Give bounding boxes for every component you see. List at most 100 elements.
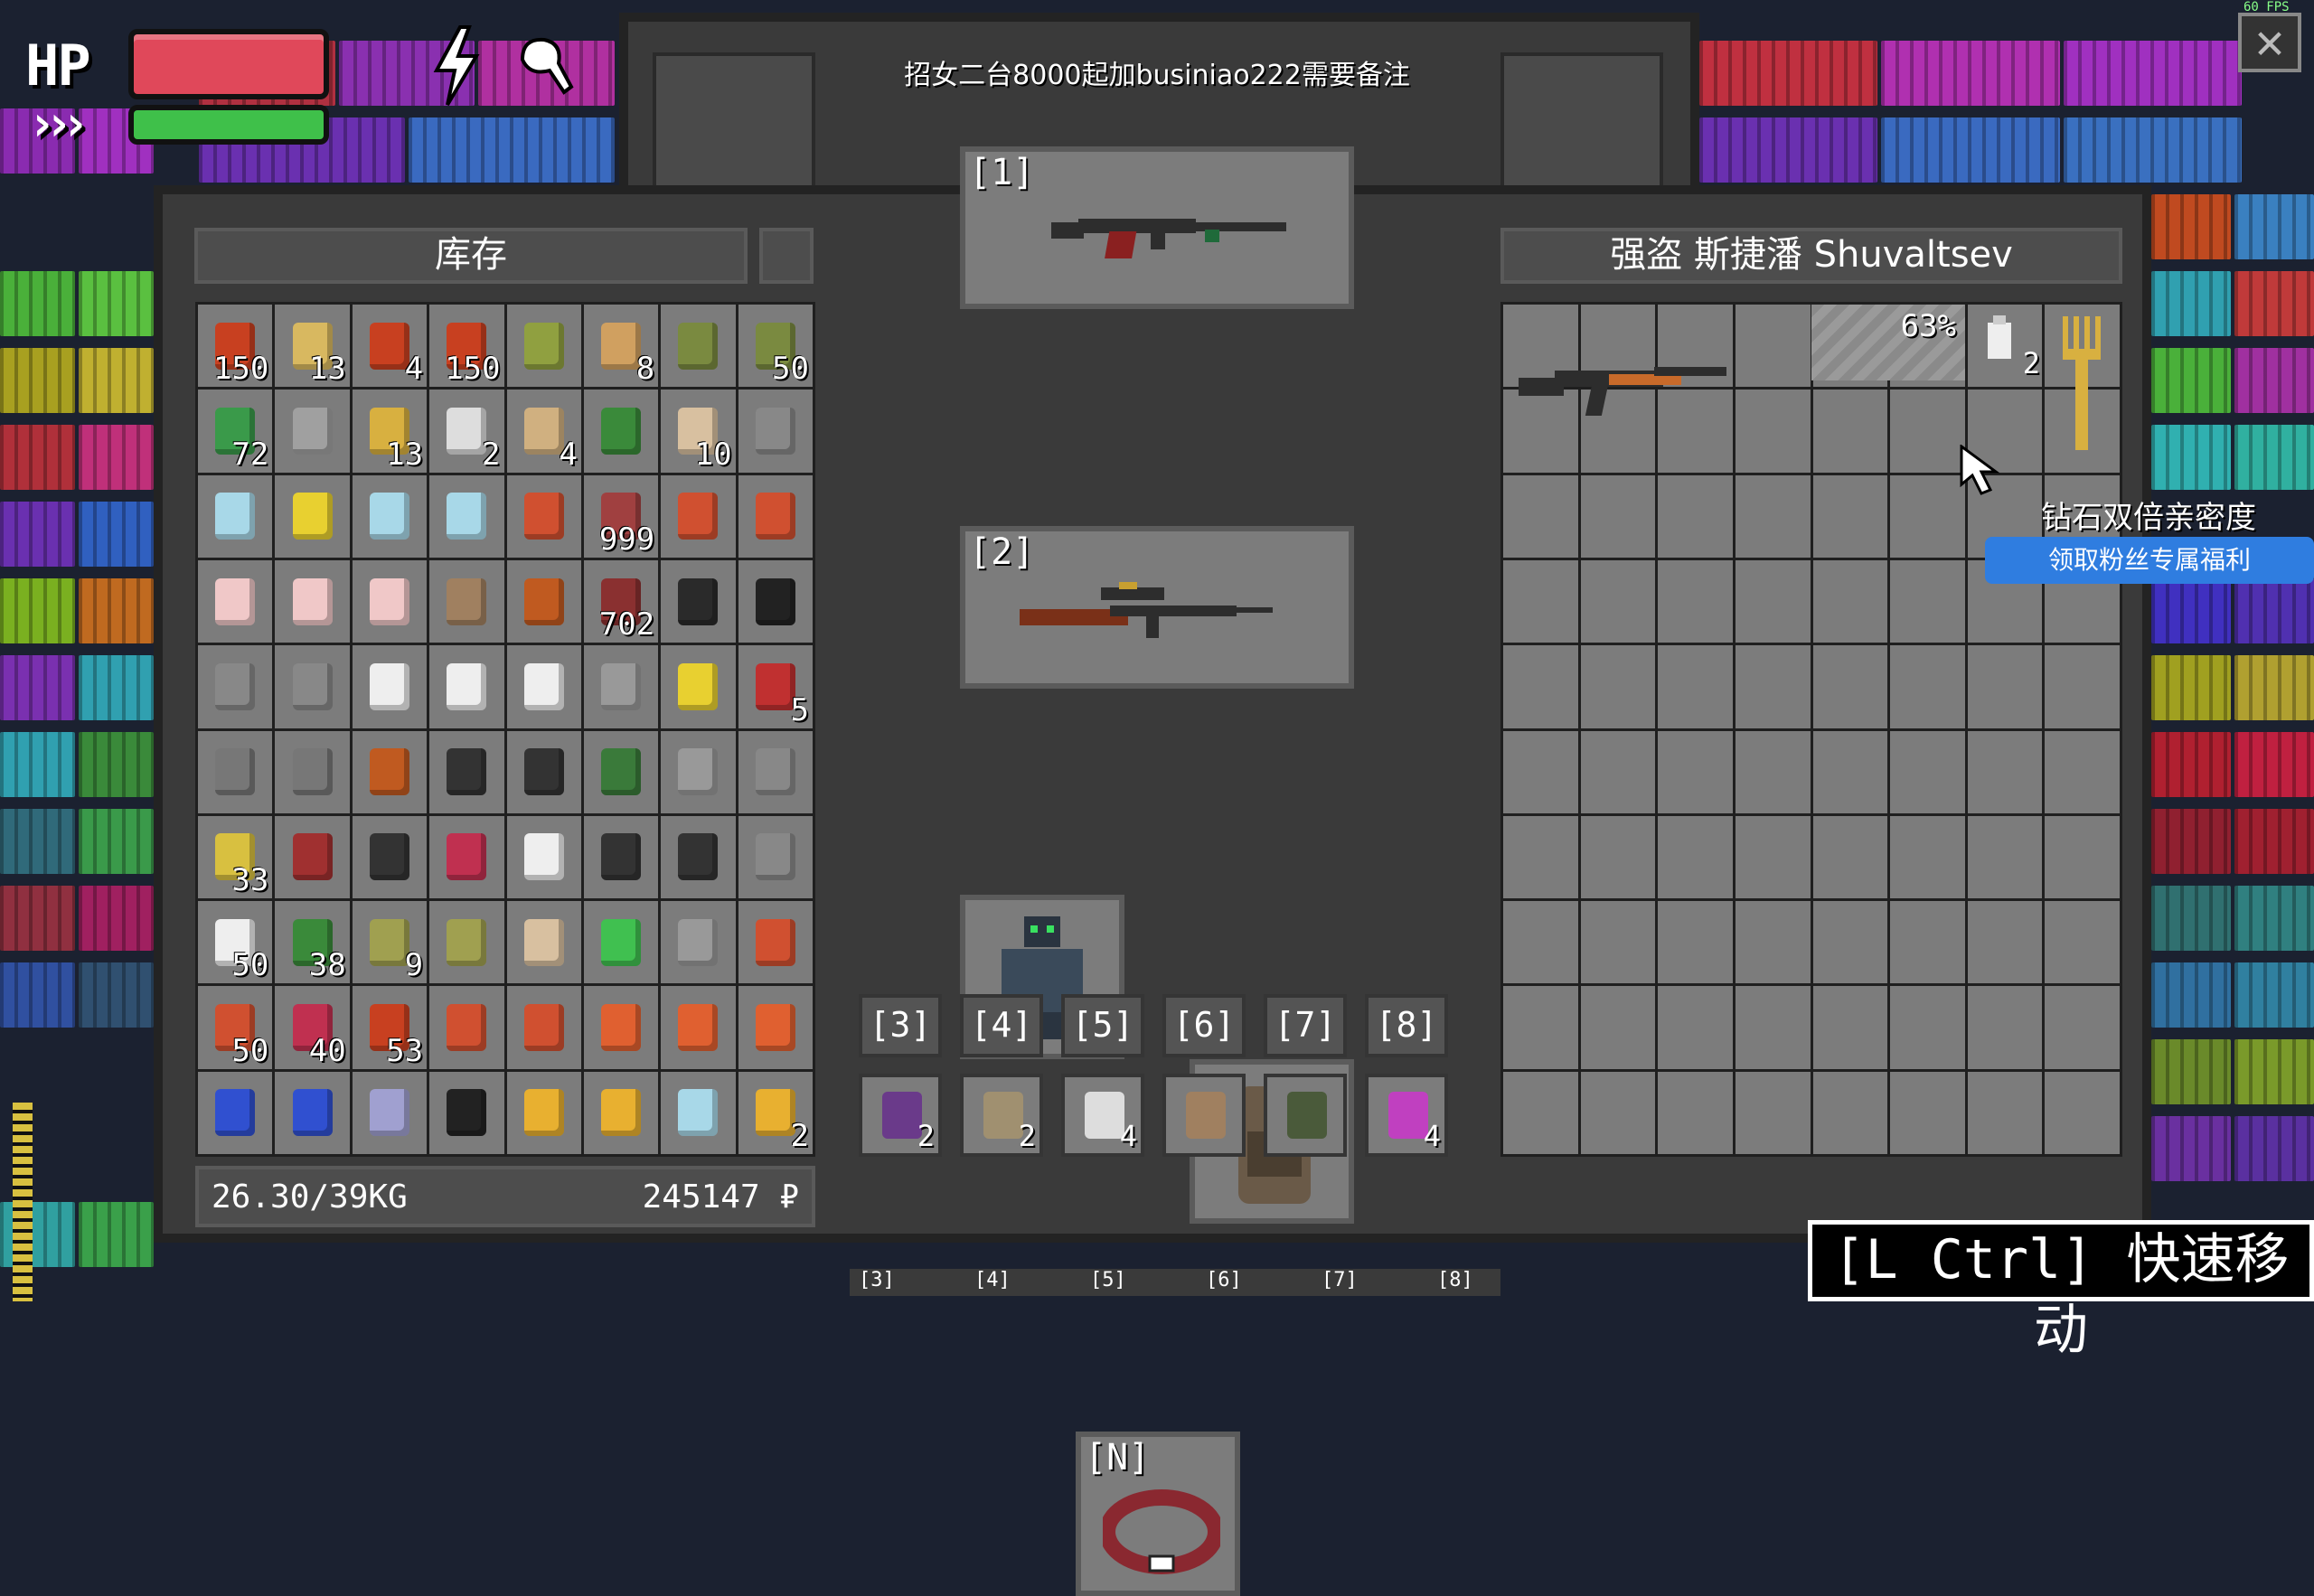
bottom-tab[interactable]: [7] <box>1322 1269 1358 1291</box>
inventory-slot[interactable]: 150 <box>429 305 504 388</box>
inventory-slot[interactable] <box>738 815 813 899</box>
inventory-slot[interactable] <box>429 901 504 984</box>
loot-slot[interactable] <box>1967 1071 2043 1154</box>
loot-slot[interactable] <box>1967 901 2043 984</box>
inventory-slot[interactable] <box>506 986 581 1069</box>
inventory-slot[interactable] <box>352 1071 428 1154</box>
inventory-slot[interactable] <box>275 390 350 473</box>
inventory-slot[interactable]: 2 <box>429 390 504 473</box>
loot-slot[interactable] <box>1890 986 1965 1069</box>
fan-benefit-button[interactable]: 领取粉丝专属福利 <box>1985 537 2314 584</box>
loot-slot[interactable] <box>1735 474 1811 558</box>
loot-slot[interactable] <box>1812 1071 1888 1154</box>
loot-slot[interactable] <box>1735 559 1811 643</box>
inventory-slot[interactable]: 5 <box>738 645 813 728</box>
inventory-slot[interactable] <box>198 730 273 813</box>
loot-slot[interactable] <box>1580 730 1656 813</box>
loot-slot[interactable] <box>1812 474 1888 558</box>
loot-slot[interactable] <box>2045 1071 2120 1154</box>
inventory-slot[interactable] <box>352 474 428 558</box>
loot-slot[interactable] <box>1890 815 1965 899</box>
loot-slot[interactable] <box>1580 559 1656 643</box>
inventory-slot[interactable] <box>738 390 813 473</box>
hotbar-slot[interactable]: 2 <box>960 1074 1043 1157</box>
inventory-slot[interactable] <box>583 901 659 984</box>
bottom-tab[interactable]: [4] <box>974 1269 1011 1291</box>
loot-slot[interactable] <box>1812 730 1888 813</box>
inventory-slot[interactable]: 50 <box>198 901 273 984</box>
hotbar-slot[interactable]: 2 <box>859 1074 942 1157</box>
loot-slot[interactable] <box>1890 474 1965 558</box>
inventory-slot[interactable] <box>506 559 581 643</box>
inventory-slot[interactable] <box>583 645 659 728</box>
hotbar-slot[interactable] <box>1162 1074 1246 1157</box>
inventory-slot[interactable] <box>661 645 736 728</box>
loot-slot[interactable] <box>1735 986 1811 1069</box>
inventory-slot[interactable] <box>275 730 350 813</box>
inventory-slot[interactable] <box>429 559 504 643</box>
bottom-tab[interactable]: [8] <box>1437 1269 1473 1291</box>
loot-slot[interactable] <box>1735 1071 1811 1154</box>
loot-slot[interactable] <box>1735 901 1811 984</box>
hotbar-slot[interactable]: 4 <box>1365 1074 1448 1157</box>
loot-slot[interactable] <box>1658 901 1733 984</box>
inventory-slot[interactable] <box>352 559 428 643</box>
loot-slot[interactable] <box>1890 559 1965 643</box>
inventory-slot[interactable]: 53 <box>352 986 428 1069</box>
loot-slot[interactable] <box>1735 815 1811 899</box>
weapon-slot-2[interactable]: [2] <box>960 526 1354 689</box>
inventory-slot[interactable] <box>429 815 504 899</box>
loot-slot[interactable] <box>1812 559 1888 643</box>
inventory-slot[interactable] <box>583 1071 659 1154</box>
inventory-slot[interactable]: 8 <box>583 305 659 388</box>
top-right-slot[interactable] <box>1500 52 1663 206</box>
loot-slot[interactable] <box>1812 901 1888 984</box>
inventory-slot[interactable]: 50 <box>738 305 813 388</box>
inventory-slot[interactable] <box>661 730 736 813</box>
inventory-slot[interactable]: 13 <box>352 390 428 473</box>
loot-slot[interactable] <box>1735 645 1811 728</box>
loot-slot[interactable] <box>1580 901 1656 984</box>
loot-slot[interactable] <box>1967 986 2043 1069</box>
loot-slot[interactable] <box>2045 901 2120 984</box>
loot-slot[interactable] <box>1658 730 1733 813</box>
inventory-slot[interactable]: 13 <box>275 305 350 388</box>
inventory-slot[interactable]: 38 <box>275 901 350 984</box>
inventory-slot[interactable]: 4 <box>352 305 428 388</box>
bottom-tab[interactable]: [3] <box>859 1269 895 1291</box>
inventory-slot[interactable] <box>275 815 350 899</box>
inventory-slot[interactable]: 10 <box>661 390 736 473</box>
inventory-slot[interactable]: 50 <box>198 986 273 1069</box>
loot-slot[interactable] <box>1735 390 1811 473</box>
inventory-slot[interactable] <box>198 645 273 728</box>
inventory-slot[interactable]: 33 <box>198 815 273 899</box>
loot-slot[interactable] <box>1580 815 1656 899</box>
loot-slot[interactable] <box>1890 901 1965 984</box>
inventory-slot[interactable] <box>352 815 428 899</box>
loot-slot[interactable] <box>2045 645 2120 728</box>
loot-slot[interactable] <box>1967 645 2043 728</box>
inventory-slot[interactable] <box>429 474 504 558</box>
loot-slot[interactable] <box>1658 1071 1733 1154</box>
inventory-slot[interactable] <box>661 986 736 1069</box>
inventory-slot[interactable] <box>583 390 659 473</box>
inventory-slot[interactable] <box>429 1071 504 1154</box>
inventory-slot[interactable]: 9 <box>352 901 428 984</box>
loot-slot[interactable] <box>1735 730 1811 813</box>
loot-slot[interactable] <box>1812 390 1888 473</box>
close-button[interactable]: ✕ <box>2238 13 2301 72</box>
inventory-slot[interactable] <box>352 730 428 813</box>
inventory-slot[interactable] <box>661 901 736 984</box>
loot-slot[interactable] <box>1812 815 1888 899</box>
loot-ammo-cell[interactable]: 2 <box>1968 305 2044 380</box>
weapon-slot-1[interactable]: [1] <box>960 146 1354 309</box>
loot-slot[interactable] <box>1580 645 1656 728</box>
inventory-slot[interactable] <box>429 730 504 813</box>
inventory-slot[interactable] <box>198 559 273 643</box>
inventory-slot[interactable] <box>429 645 504 728</box>
inventory-slot[interactable] <box>661 559 736 643</box>
bottom-tab[interactable]: [6] <box>1206 1269 1242 1291</box>
inventory-slot[interactable] <box>275 1071 350 1154</box>
inventory-slot[interactable] <box>661 474 736 558</box>
loot-slot[interactable] <box>1735 305 1811 388</box>
